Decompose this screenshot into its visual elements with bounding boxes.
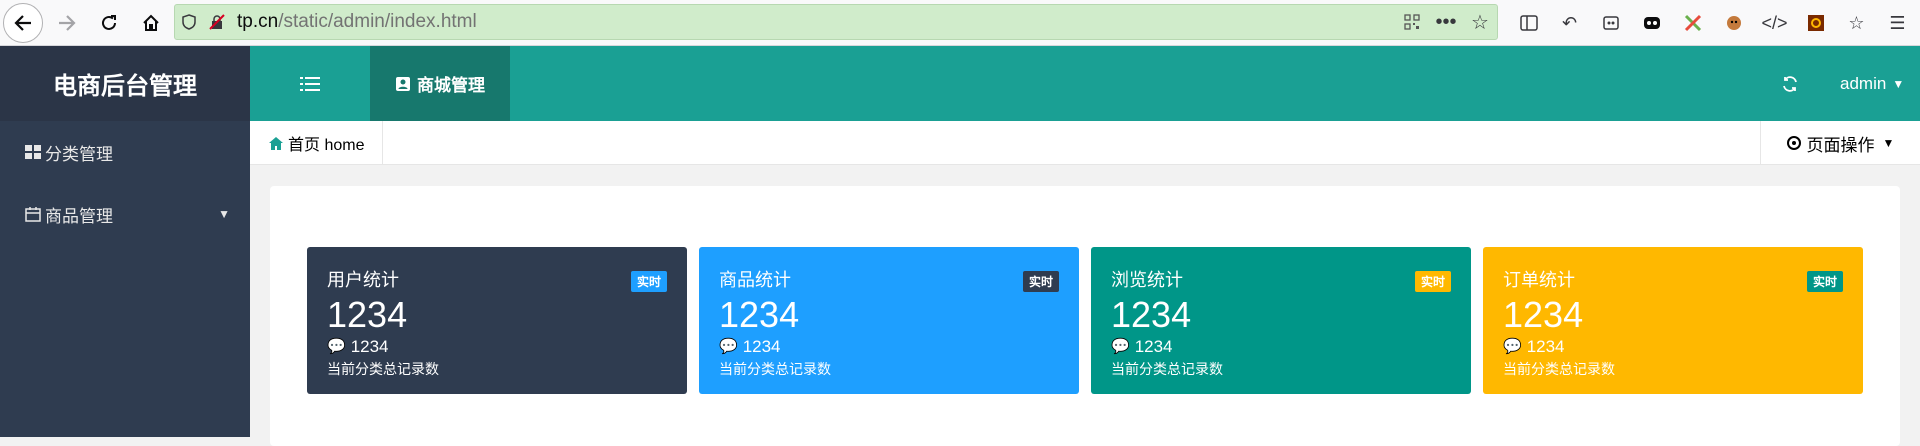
stat-value: 1234 <box>327 294 408 335</box>
stat-title: 浏览统计 <box>1111 270 1183 290</box>
reader-icon[interactable] <box>1590 0 1631 46</box>
url-bar[interactable]: tp.cn/static/admin/index.html ••• ☆ <box>174 4 1498 40</box>
tab-label: 商城管理 <box>417 76 485 95</box>
reload-button[interactable] <box>88 2 130 44</box>
contact-card-icon <box>396 76 410 91</box>
extension-mask-icon[interactable] <box>1631 0 1672 46</box>
app-header: 电商后台管理 商城管理 admin ▼ <box>0 46 1920 121</box>
forward-button[interactable] <box>46 2 88 44</box>
sidebar-item-label: 分类管理 <box>45 144 113 164</box>
stat-card-products: 商品统计 实时 1234 💬 1234 当前分类总记录数 <box>699 247 1079 394</box>
stat-title: 订单统计 <box>1503 270 1575 290</box>
url-path: /static/admin/index.html <box>278 11 477 32</box>
comment-icon: 💬 <box>327 338 346 355</box>
sidebar: 分类管理 商品管理 ▼ <box>0 121 250 437</box>
refresh-icon <box>1783 75 1797 92</box>
stat-description: 当前分类总记录数 <box>327 361 439 377</box>
breadcrumb-home[interactable]: 首页 home <box>250 121 384 165</box>
stat-title: 商品统计 <box>719 270 791 290</box>
stat-value: 1234 <box>719 294 800 335</box>
grid-icon <box>25 145 41 159</box>
undo-icon[interactable]: ↶ <box>1549 0 1590 46</box>
home-button[interactable] <box>130 2 172 44</box>
bookmarks-star-icon[interactable]: ☆ <box>1836 0 1877 46</box>
browser-toolbar: tp.cn/static/admin/index.html ••• ☆ ↶ </… <box>0 0 1920 46</box>
sidebar-item-label: 商品管理 <box>45 206 113 226</box>
url-domain: tp.cn <box>237 11 279 32</box>
extension-gear-icon[interactable] <box>1795 0 1836 46</box>
stat-sub-value: 1234 <box>742 337 781 356</box>
home-icon <box>143 14 159 31</box>
bookmark-star-icon[interactable]: ☆ <box>1463 10 1497 35</box>
status-badge: 实时 <box>1414 271 1451 292</box>
breadcrumb-bar: 首页 home 页面操作 ▼ <box>250 121 1920 165</box>
comment-icon: 💬 <box>1111 338 1130 355</box>
stat-value: 1234 <box>1503 294 1584 335</box>
sidebar-item-products[interactable]: 商品管理 ▼ <box>0 183 250 245</box>
status-badge: 实时 <box>1806 271 1843 292</box>
stat-sub: 💬 1234 <box>1503 337 1843 357</box>
more-actions-icon[interactable]: ••• <box>1429 11 1463 34</box>
calendar-icon <box>25 207 41 222</box>
stat-card-users: 用户统计 实时 1234 💬 1234 当前分类总记录数 <box>307 247 687 394</box>
stat-sub-value: 1234 <box>1134 337 1173 356</box>
stat-description: 当前分类总记录数 <box>1503 361 1615 377</box>
user-menu[interactable]: admin ▼ <box>1840 46 1920 121</box>
username: admin <box>1840 73 1887 93</box>
comment-icon: 💬 <box>719 338 738 355</box>
stat-sub-value: 1234 <box>1526 337 1565 356</box>
url-text[interactable]: tp.cn/static/admin/index.html <box>237 11 1395 33</box>
reload-icon <box>102 14 116 30</box>
forward-arrow-icon <box>59 14 76 31</box>
page-operations-label: 页面操作 <box>1806 135 1875 155</box>
stat-sub: 💬 1234 <box>1111 337 1451 357</box>
back-arrow-icon <box>3 2 43 43</box>
qr-code-icon[interactable] <box>1395 14 1429 30</box>
app-logo: 电商后台管理 <box>0 46 250 121</box>
stat-sub: 💬 1234 <box>719 337 1059 357</box>
back-button[interactable] <box>0 0 46 46</box>
home-icon <box>269 136 283 150</box>
sidebar-toggle-icon[interactable] <box>1508 0 1549 46</box>
status-badge: 实时 <box>630 271 667 292</box>
stat-card-orders: 订单统计 实时 1234 💬 1234 当前分类总记录数 <box>1483 247 1863 394</box>
menu-toggle-button[interactable] <box>250 46 370 121</box>
shield-icon[interactable] <box>175 5 203 39</box>
extension-tools-icon[interactable] <box>1672 0 1713 46</box>
stat-sub-value: 1234 <box>350 337 389 356</box>
caret-down-icon: ▼ <box>218 207 230 221</box>
status-badge: 实时 <box>1022 271 1059 292</box>
caret-down-icon: ▼ <box>1882 136 1895 150</box>
tab-shop-management[interactable]: 商城管理 <box>370 46 510 121</box>
stat-card-views: 浏览统计 实时 1234 💬 1234 当前分类总记录数 <box>1091 247 1471 394</box>
refresh-button[interactable] <box>1770 46 1810 121</box>
stat-value: 1234 <box>1111 294 1192 335</box>
page-operations-dropdown[interactable]: 页面操作 ▼ <box>1760 121 1920 165</box>
caret-down-icon: ▼ <box>1892 76 1905 91</box>
breadcrumb-home-label: 首页 home <box>288 137 365 154</box>
insecure-lock-icon[interactable] <box>203 5 231 39</box>
extension-monkey-icon[interactable] <box>1713 0 1754 46</box>
hamburger-menu-icon[interactable]: ☰ <box>1877 0 1918 46</box>
stat-description: 当前分类总记录数 <box>1111 361 1223 377</box>
comment-icon: 💬 <box>1503 338 1522 355</box>
code-icon[interactable]: </> <box>1754 0 1795 46</box>
sidebar-item-category[interactable]: 分类管理 <box>0 121 250 183</box>
stat-title: 用户统计 <box>327 270 399 290</box>
stat-sub: 💬 1234 <box>327 337 667 357</box>
stat-description: 当前分类总记录数 <box>719 361 831 377</box>
toolbar-icons: ↶ </> ☆ ☰ <box>1508 0 1918 46</box>
target-circle-icon <box>1786 136 1801 150</box>
menu-indent-icon <box>300 76 320 91</box>
